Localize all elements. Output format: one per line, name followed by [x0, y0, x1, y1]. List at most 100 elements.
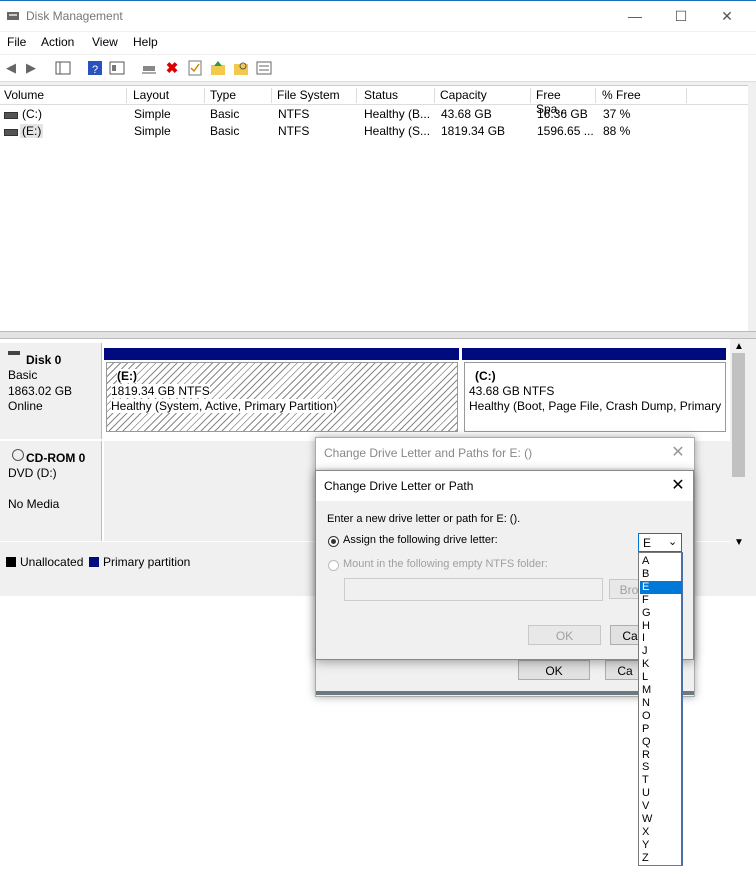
column-status[interactable]: Status [360, 88, 435, 103]
drive-letter-option[interactable]: Z [640, 852, 682, 865]
table-row[interactable]: (C:) Simple Basic NTFS Healthy (B... 43.… [0, 106, 748, 123]
up-folder-icon[interactable] [209, 59, 227, 77]
search-folder-icon[interactable] [232, 59, 250, 77]
ok-button[interactable]: OK [528, 625, 601, 645]
properties-icon[interactable] [108, 59, 126, 77]
list-view-icon[interactable] [255, 59, 273, 77]
cdrom-state: No Media [8, 497, 60, 511]
column-percent-free[interactable]: % Free [598, 88, 687, 103]
scroll-thumb[interactable] [732, 353, 745, 477]
assign-letter-label: Assign the following drive letter: [343, 534, 498, 546]
drive-letter-option[interactable]: U [640, 787, 682, 800]
cell-file-system: NTFS [278, 107, 310, 121]
drive-letter-option[interactable]: X [640, 826, 682, 839]
cdrom-icon [12, 449, 24, 461]
drive-letter-option[interactable]: O [640, 710, 682, 723]
column-volume[interactable]: Volume [0, 88, 127, 103]
ok-button[interactable]: OK [518, 660, 590, 680]
cell-capacity: 1819.34 GB [441, 124, 506, 138]
column-free-space[interactable]: Free Spa... [532, 88, 596, 116]
scroll-up-icon[interactable]: ▲ [734, 341, 744, 352]
pane-splitter[interactable] [0, 331, 756, 339]
drive-letter-option[interactable]: J [640, 645, 682, 658]
drive-letter-option[interactable]: R [640, 749, 682, 762]
partition-name: (C:) [475, 369, 496, 383]
cell-type: Basic [210, 124, 240, 138]
title-bar: Disk Management — ☐ ✕ [0, 1, 756, 31]
menu-action[interactable]: Action [41, 35, 74, 49]
partition-e[interactable]: (E:) 1819.34 GB NTFS Healthy (System, Ac… [106, 362, 458, 432]
cdrom-0-label[interactable]: CD-ROM 0 DVD (D:) No Media [0, 441, 102, 541]
drive-letter-option[interactable]: Q [640, 736, 682, 749]
drive-letter-option[interactable]: Y [640, 839, 682, 852]
cell-percent-free: 88 % [603, 124, 631, 138]
primary-swatch [89, 557, 99, 567]
cell-capacity: 43.68 GB [441, 107, 492, 121]
cell-type: Basic [210, 107, 240, 121]
maximize-button[interactable]: ☐ [658, 1, 704, 31]
menu-file[interactable]: File [7, 35, 26, 49]
dialog-title: Change Drive Letter and Paths for E: () [324, 446, 533, 460]
drive-letter-option[interactable]: P [640, 723, 682, 736]
drive-letter-option[interactable]: I [640, 632, 682, 645]
partition-status: Healthy (System, Active, Primary Partiti… [111, 399, 338, 413]
minimize-button[interactable]: — [612, 1, 658, 31]
partition-e-bar [104, 348, 459, 360]
vertical-scrollbar[interactable]: ▲ ▼ [730, 339, 748, 552]
help-icon[interactable]: ? [86, 59, 104, 77]
disk-size: 1863.02 GB [8, 384, 73, 398]
dialog-title-bar: Change Drive Letter or Path ✕ [316, 471, 693, 501]
drive-letter-option[interactable]: E [640, 580, 682, 594]
cell-status: Healthy (B... [364, 107, 431, 121]
disk-0-label[interactable]: Disk 0 Basic 1863.02 GB Online [0, 343, 102, 439]
volume-list: Volume Layout Type File System Status Ca… [0, 85, 748, 332]
drive-letter-option[interactable]: K [640, 658, 682, 671]
cell-file-system: NTFS [278, 124, 310, 138]
folder-path-input[interactable] [344, 578, 603, 601]
drive-icon [4, 129, 18, 136]
close-icon[interactable]: ✕ [668, 476, 688, 496]
close-icon[interactable]: ✕ [668, 443, 688, 463]
menu-view[interactable]: View [92, 35, 118, 49]
column-layout[interactable]: Layout [129, 88, 205, 103]
drive-letter-option[interactable]: M [640, 684, 682, 697]
partition-c[interactable]: (C:) 43.68 GB NTFS Healthy (Boot, Page F… [464, 362, 726, 432]
drive-letter-option[interactable]: W [640, 813, 682, 826]
column-file-system[interactable]: File System [273, 88, 357, 103]
scroll-down-icon[interactable]: ▼ [734, 537, 744, 548]
list-header: Volume Layout Type File System Status Ca… [0, 86, 748, 116]
connect-disk-icon[interactable] [140, 59, 158, 77]
drive-letter-option[interactable]: F [640, 594, 682, 607]
check-icon[interactable] [186, 59, 204, 77]
delete-icon[interactable]: ✖ [163, 59, 181, 77]
drive-letter-select[interactable]: E ⌄ [638, 533, 682, 552]
column-type[interactable]: Type [206, 88, 272, 103]
drive-letter-list: ABEFGHIJKLMNOPQRSTUVWXYZ [638, 552, 683, 866]
drive-letter-option[interactable]: V [640, 800, 682, 813]
console-tree-icon[interactable] [54, 59, 72, 77]
column-capacity[interactable]: Capacity [436, 88, 531, 103]
disk-state: Online [8, 399, 43, 413]
drive-letter-option[interactable]: H [640, 620, 682, 633]
mount-folder-radio[interactable] [328, 560, 339, 571]
menu-help[interactable]: Help [133, 35, 158, 49]
close-button[interactable]: ✕ [704, 1, 750, 31]
table-row[interactable]: (E:) Simple Basic NTFS Healthy (S... 181… [0, 123, 748, 140]
drive-letter-option[interactable]: T [640, 774, 682, 787]
dialog-title: Change Drive Letter or Path [324, 479, 474, 493]
partition-status: Healthy (Boot, Page File, Crash Dump, Pr… [469, 399, 726, 413]
mount-folder-label: Mount in the following empty NTFS folder… [343, 558, 548, 570]
legend-primary: Primary partition [103, 555, 191, 569]
assign-letter-radio[interactable] [328, 536, 339, 547]
drive-letter-option[interactable]: G [640, 607, 682, 620]
drive-letter-option[interactable]: N [640, 697, 682, 710]
drive-letter-option[interactable]: A [640, 555, 682, 568]
disk-type: Basic [8, 368, 38, 382]
cell-free-space: 1596.65 ... [537, 124, 594, 138]
drive-letter-option[interactable]: B [640, 568, 682, 581]
forward-icon[interactable]: ▶ [22, 59, 40, 77]
back-icon[interactable]: ◀ [2, 59, 20, 77]
partition-size: 1819.34 GB NTFS [111, 384, 210, 398]
drive-letter-option[interactable]: L [640, 671, 682, 684]
drive-letter-option[interactable]: S [640, 761, 682, 774]
